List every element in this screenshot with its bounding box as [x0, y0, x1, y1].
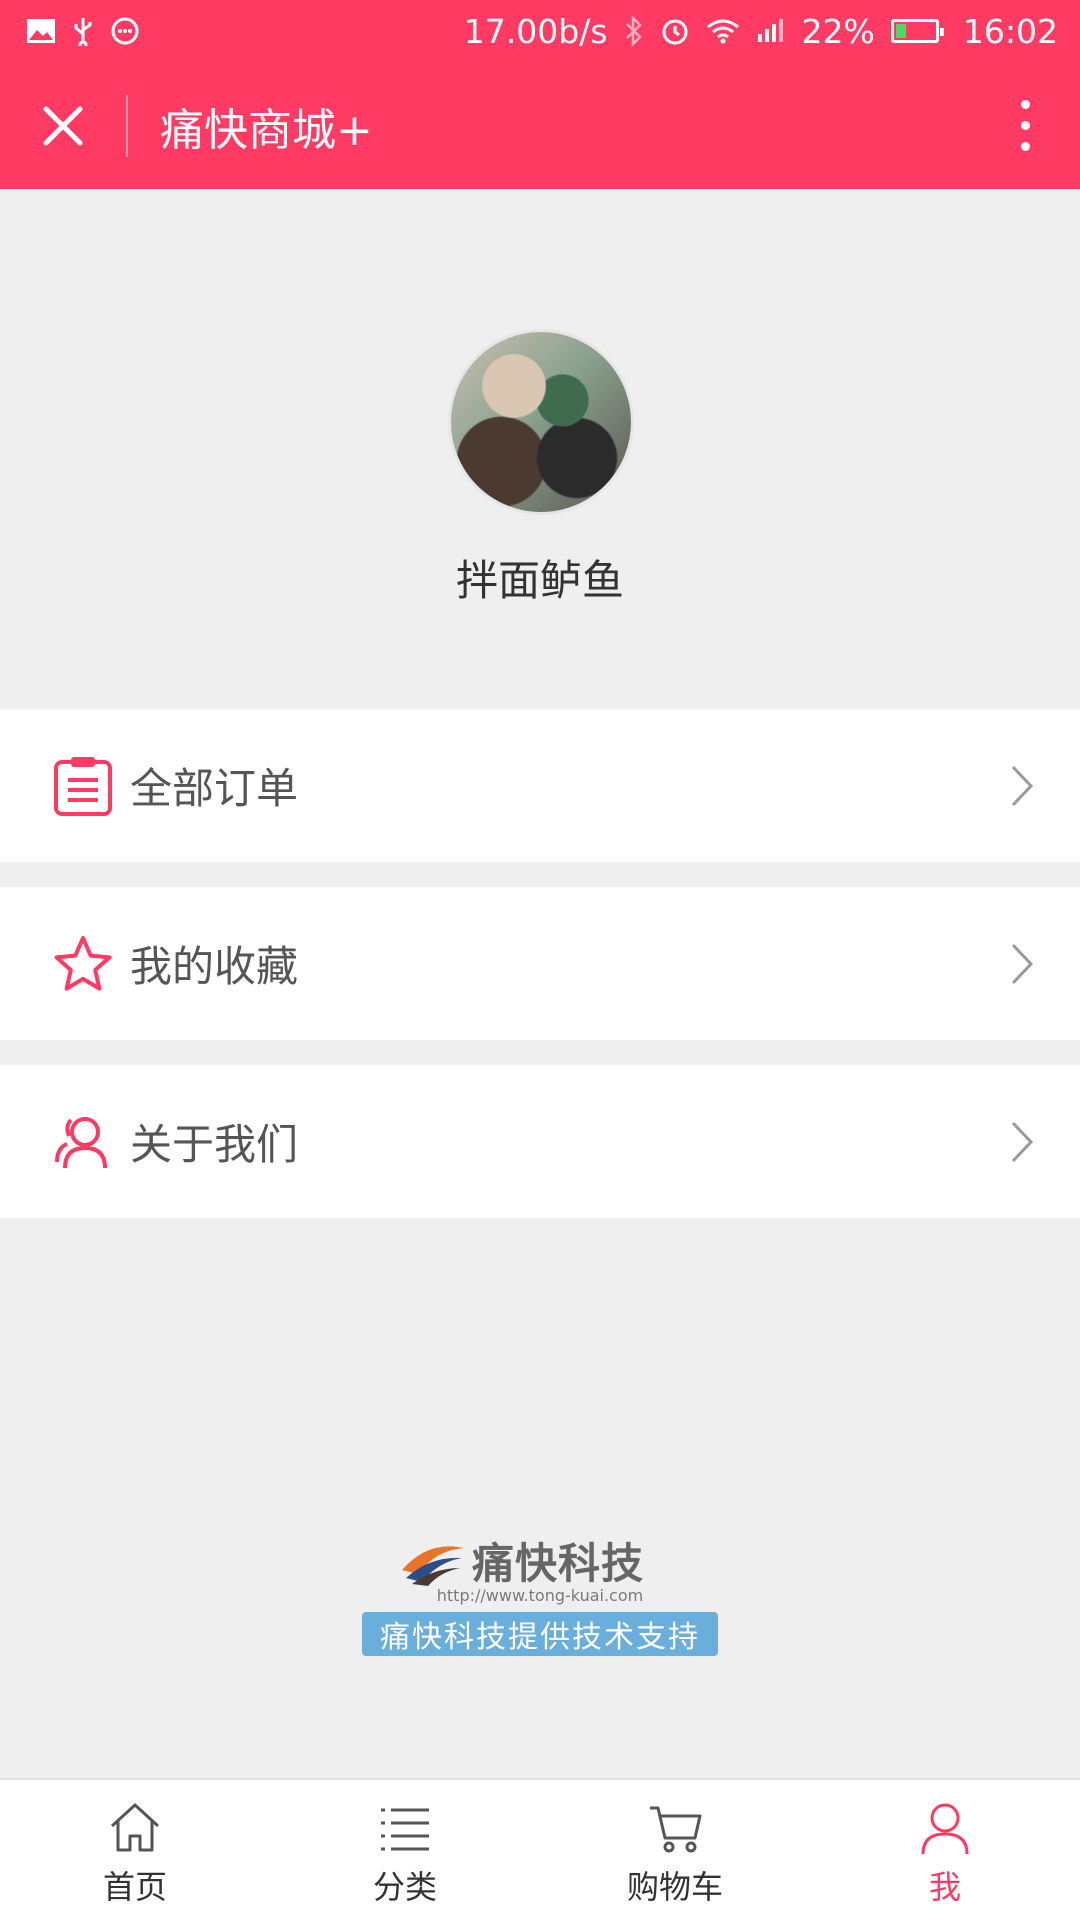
- net-speed: 17.00b/s: [463, 11, 608, 51]
- tab-label: 分类: [372, 1868, 437, 1906]
- list-icon: [381, 1808, 429, 1851]
- tab-cart[interactable]: 购物车: [540, 1780, 810, 1920]
- users-icon: [55, 1116, 107, 1168]
- tab-label: 我: [928, 1868, 961, 1906]
- tab-category[interactable]: 分类: [270, 1780, 540, 1920]
- footer-logo: 痛快科技 http://www.tong-kuai.com 痛快科技提供技术支持: [360, 1530, 720, 1660]
- battery-percent: 22%: [801, 11, 875, 51]
- order-list-icon: [54, 756, 112, 816]
- username: 拌面鲈鱼: [455, 556, 624, 605]
- tab-label: 购物车: [626, 1868, 723, 1906]
- page-title: 痛快商城+: [160, 104, 373, 156]
- chevron-right-icon: [1011, 943, 1034, 984]
- support-badge: 痛快科技提供技术支持: [362, 1612, 718, 1656]
- battery-icon: [890, 19, 944, 43]
- alarm-icon: [662, 19, 688, 45]
- title-divider: [126, 94, 128, 157]
- menu-item-label: 我的收藏: [130, 942, 299, 991]
- bluetooth-icon: [625, 15, 642, 47]
- brand-logo: 痛快科技: [400, 1530, 644, 1591]
- more-button[interactable]: [970, 62, 1080, 189]
- tab-home[interactable]: 首页: [0, 1780, 270, 1920]
- star-icon: [54, 935, 112, 991]
- title-bar: 痛快商城+: [0, 62, 1080, 189]
- user-icon: [921, 1803, 969, 1855]
- more-vertical-icon: [1020, 100, 1030, 109]
- chat-icon: [111, 17, 139, 45]
- close-button[interactable]: [0, 62, 126, 189]
- brand-name: 痛快科技: [472, 1539, 645, 1588]
- close-icon: [43, 106, 83, 145]
- avatar[interactable]: [448, 329, 634, 515]
- profile-section: 拌面鲈鱼: [0, 189, 1080, 709]
- menu-item-favorites[interactable]: 我的收藏: [0, 887, 1080, 1040]
- tab-me[interactable]: 我: [810, 1780, 1080, 1920]
- chevron-right-icon: [1011, 1121, 1034, 1162]
- chevron-right-icon: [1011, 765, 1034, 806]
- cart-icon: [650, 1806, 702, 1853]
- status-left: [26, 16, 140, 46]
- image-icon: [27, 19, 55, 43]
- bottom-tab-bar: 首页 分类 购物车 我: [0, 1778, 1080, 1920]
- clock: 16:02: [962, 11, 1058, 51]
- menu-item-about[interactable]: 关于我们: [0, 1065, 1080, 1218]
- status-bar: 17.00b/s 22% 16:02: [0, 0, 1080, 62]
- signal-icon: [757, 19, 783, 42]
- menu-item-label: 关于我们: [130, 1120, 299, 1169]
- brand-url: http://www.tong-kuai.com: [436, 1586, 644, 1605]
- status-right: 17.00b/s 22% 16:02: [464, 15, 1058, 48]
- wifi-icon: [706, 19, 739, 44]
- usb-icon: [74, 18, 92, 46]
- brand-swoosh-icon: [402, 1545, 464, 1586]
- menu-item-orders[interactable]: 全部订单: [0, 709, 1080, 862]
- menu-item-label: 全部订单: [130, 764, 299, 813]
- tab-label: 首页: [102, 1868, 167, 1906]
- home-icon: [110, 1803, 160, 1852]
